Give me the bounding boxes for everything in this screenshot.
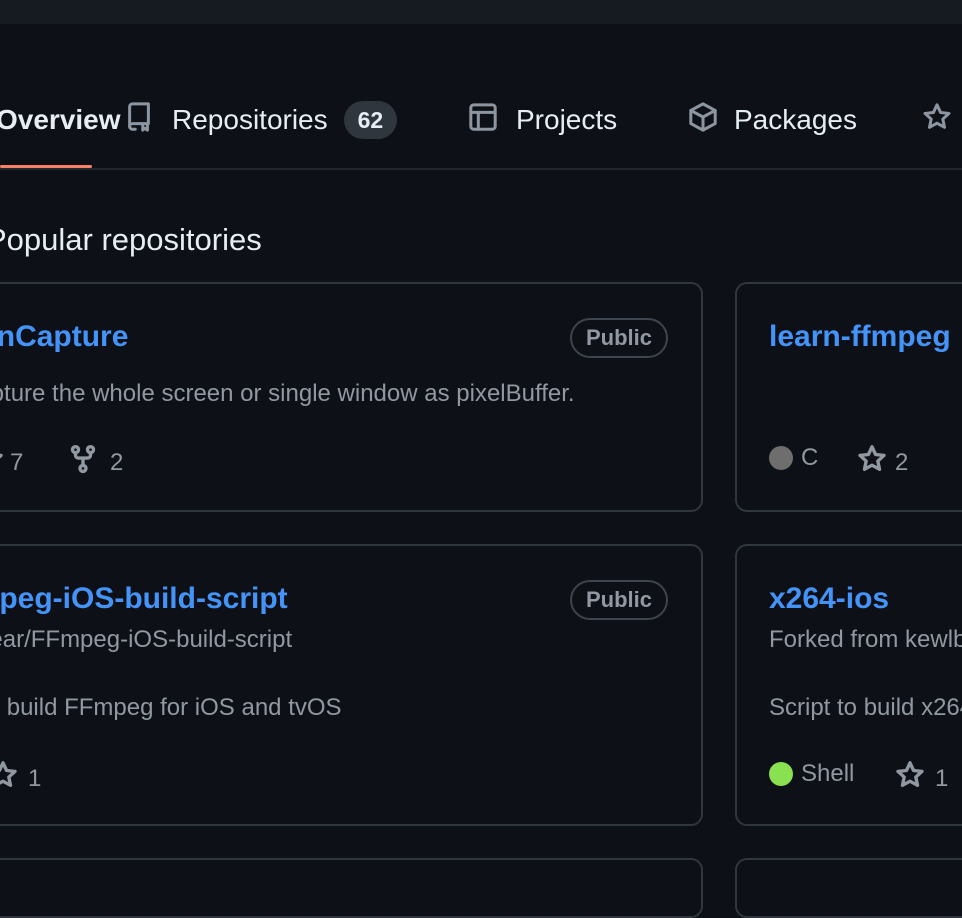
star-icon <box>857 444 887 481</box>
repo-stars-link[interactable]: 1 <box>895 760 948 797</box>
tab-packages[interactable]: Packages <box>688 100 857 140</box>
repo-card: learn-ffmpeg C 2 <box>735 282 962 512</box>
repositories-count-badge: 62 <box>343 101 398 139</box>
repo-card: FFmpeg-iOS-build-script Public Forked fr… <box>0 544 703 826</box>
language-color-dot <box>769 446 793 470</box>
repo-card: x264-ios Forked from kewlbear Script to … <box>735 544 962 826</box>
tab-selected-indicator <box>0 165 92 168</box>
repo-language: C <box>769 444 818 472</box>
tab-repositories-label: Repositories <box>172 104 328 135</box>
repo-description: Capture the whole screen or single windo… <box>0 380 575 407</box>
repo-title-link[interactable]: x264-ios <box>769 582 889 616</box>
language-color-dot <box>769 762 793 786</box>
repo-title-link[interactable]: learn-ffmpeg <box>769 320 951 354</box>
repo-stars-link[interactable]: 1 <box>0 760 41 797</box>
repo-stars-link[interactable]: 2 <box>857 444 908 481</box>
repo-icon <box>124 101 154 139</box>
repo-stars-count: 1 <box>28 764 42 792</box>
star-icon <box>0 760 18 797</box>
repo-language: Shell <box>769 760 854 788</box>
visibility-badge: Public <box>569 318 668 358</box>
fork-icon <box>68 444 98 481</box>
repo-forked-from: Forked from kewlbear/FFmpeg-iOS-build-sc… <box>0 626 293 653</box>
tab-repositories[interactable]: Repositories 62 <box>124 100 398 140</box>
repo-description: Script to build x264 <box>769 694 962 721</box>
star-icon <box>922 102 952 139</box>
tab-overview-label: Overview <box>0 104 121 135</box>
star-icon <box>895 760 925 797</box>
repo-stars-count: 1 <box>935 764 949 792</box>
star-icon <box>0 444 4 481</box>
tab-overview[interactable]: Overview <box>0 100 121 140</box>
tab-projects-label: Projects <box>516 104 618 135</box>
repo-forked-from: Forked from kewlbear <box>769 626 962 653</box>
repo-language-label: C <box>801 444 819 471</box>
repo-card <box>735 858 962 918</box>
visibility-badge: Public <box>569 580 668 620</box>
repo-card: ScreenCapture Public Capture the whole s… <box>0 282 703 512</box>
repo-stars-count: 7 <box>10 448 24 476</box>
popular-repositories-heading: Popular repositories <box>0 222 262 257</box>
repo-description: Shell scripts to build FFmpeg for iOS an… <box>0 694 342 721</box>
repo-stars-count: 2 <box>895 448 909 476</box>
repo-forks-link[interactable]: 2 <box>68 444 123 481</box>
repo-forks-count: 2 <box>110 448 124 476</box>
tab-packages-label: Packages <box>734 104 857 135</box>
repo-title-link[interactable]: FFmpeg-iOS-build-script <box>0 582 288 616</box>
tab-projects[interactable]: Projects <box>468 100 617 140</box>
repo-language-label: Shell <box>801 760 855 787</box>
table-icon <box>468 102 498 139</box>
top-header-bar <box>0 0 962 24</box>
repo-card <box>0 858 703 918</box>
repo-stars-link[interactable]: 7 <box>0 444 23 481</box>
package-icon <box>688 101 718 139</box>
profile-tab-nav: Overview Repositories 62 Projects Packag… <box>0 24 962 170</box>
tab-stars[interactable] <box>922 100 952 140</box>
repo-title-link[interactable]: ScreenCapture <box>0 320 128 354</box>
